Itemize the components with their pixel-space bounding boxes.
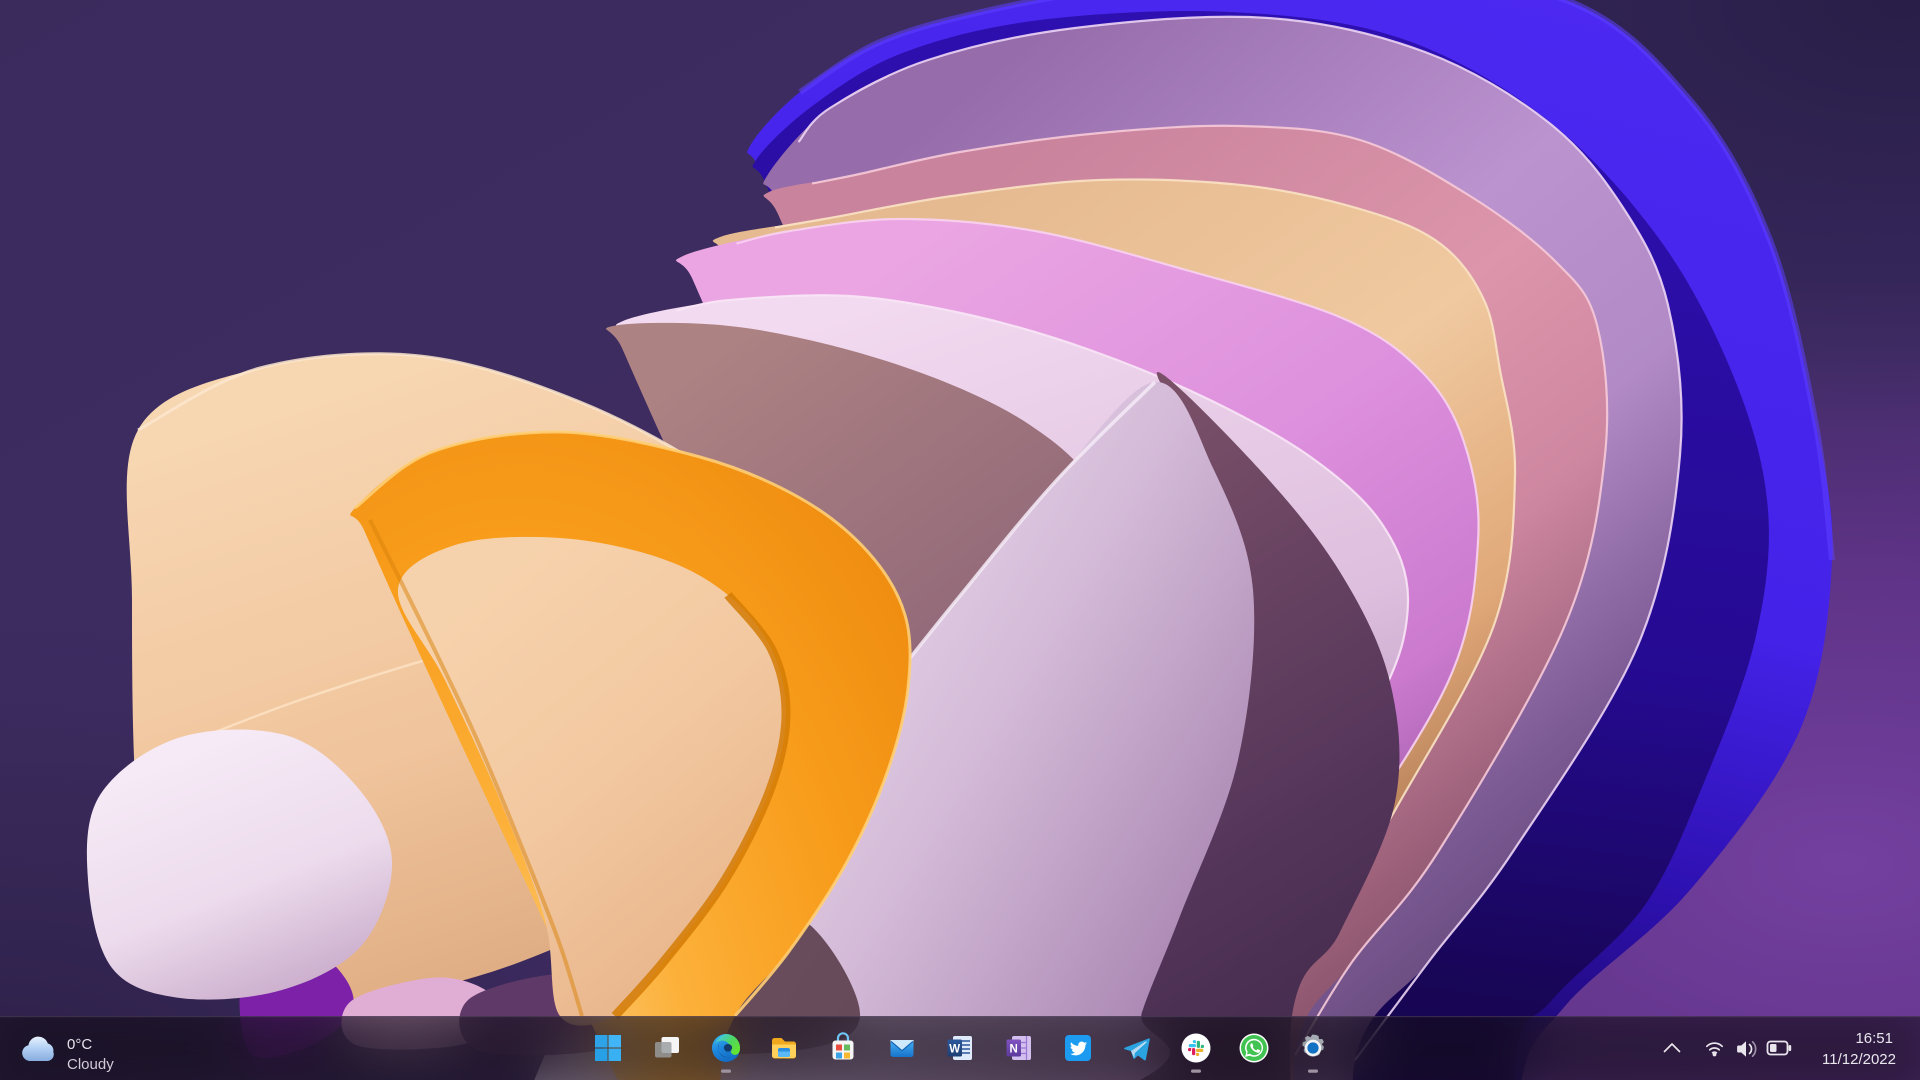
- svg-text:Cloudy: Cloudy: [67, 1056, 114, 1073]
- svg-text:16:51: 16:51: [1855, 1030, 1893, 1047]
- svg-text:N: N: [1010, 1044, 1018, 1056]
- svg-text:0°C: 0°C: [67, 1036, 92, 1053]
- svg-text:W: W: [949, 1044, 960, 1056]
- svg-text:11/12/2022: 11/12/2022: [1822, 1051, 1896, 1068]
